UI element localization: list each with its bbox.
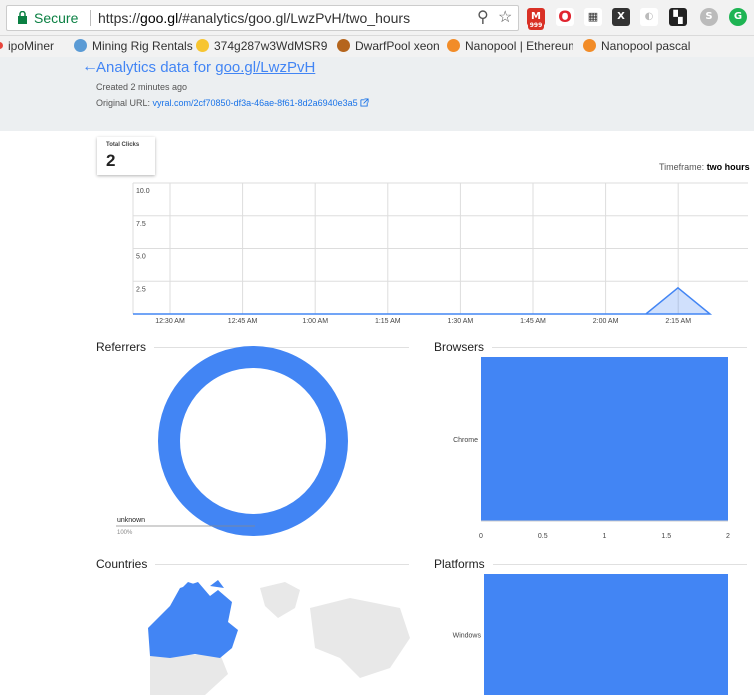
category-label: Windows bbox=[453, 633, 482, 640]
platforms-chart: Windows bbox=[453, 574, 728, 695]
bar-windows bbox=[484, 574, 728, 695]
